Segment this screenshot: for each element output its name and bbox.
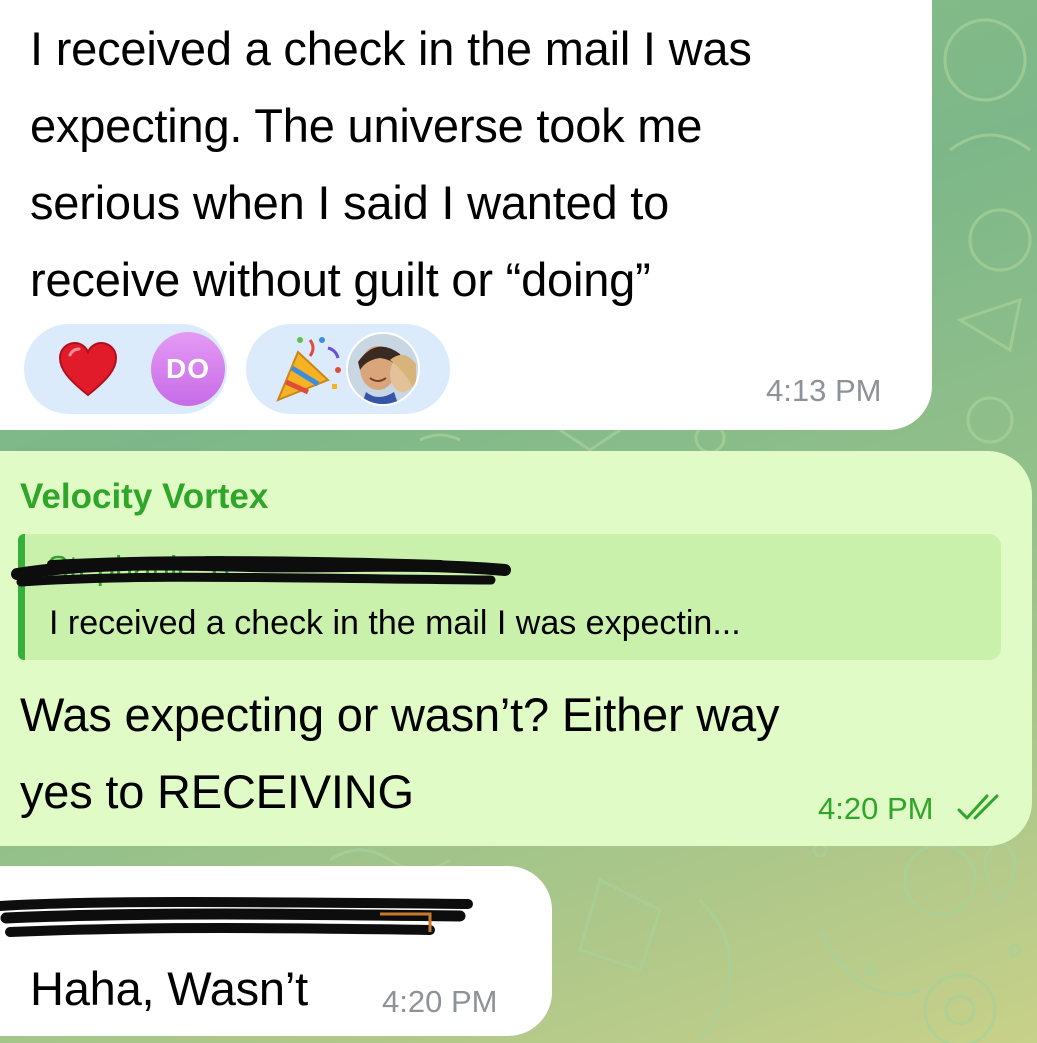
message-time: 4:20 PM	[818, 791, 934, 826]
redaction-scribble	[11, 556, 511, 587]
message-text: I received a check in the mail I was exp…	[30, 22, 752, 306]
reaction-heart[interactable]: DO	[24, 324, 227, 414]
outgoing-message-bubble[interactable]: Velocity Vortex Stephanie Tr I received …	[0, 451, 1032, 846]
party-popper-icon	[276, 337, 341, 402]
message-time: 4:13 PM	[766, 373, 882, 408]
reply-text: I received a check in the mail I was exp…	[49, 604, 741, 642]
message-text: Haha, Wasn’t	[30, 962, 308, 1015]
message-time: 4:20 PM	[382, 984, 498, 1019]
avatar-photo-image	[348, 334, 418, 404]
incoming-message-bubble[interactable]: Haha, Wasn’t 4:20 PM	[0, 866, 552, 1036]
incoming-message-bubble[interactable]: I received a check in the mail I was exp…	[0, 0, 932, 430]
reply-quote[interactable]: Stephanie Tr I received a check in the m…	[11, 534, 1001, 660]
heart-icon	[58, 341, 118, 397]
reactor-avatar: DO	[151, 332, 225, 406]
double-check-icon	[957, 794, 999, 820]
redaction-scribble	[0, 897, 473, 937]
photo-avatar	[346, 332, 420, 406]
sender-name: Velocity Vortex	[20, 477, 269, 516]
reaction-party[interactable]	[246, 324, 450, 414]
chat-background: I received a check in the mail I was exp…	[0, 0, 1037, 1043]
